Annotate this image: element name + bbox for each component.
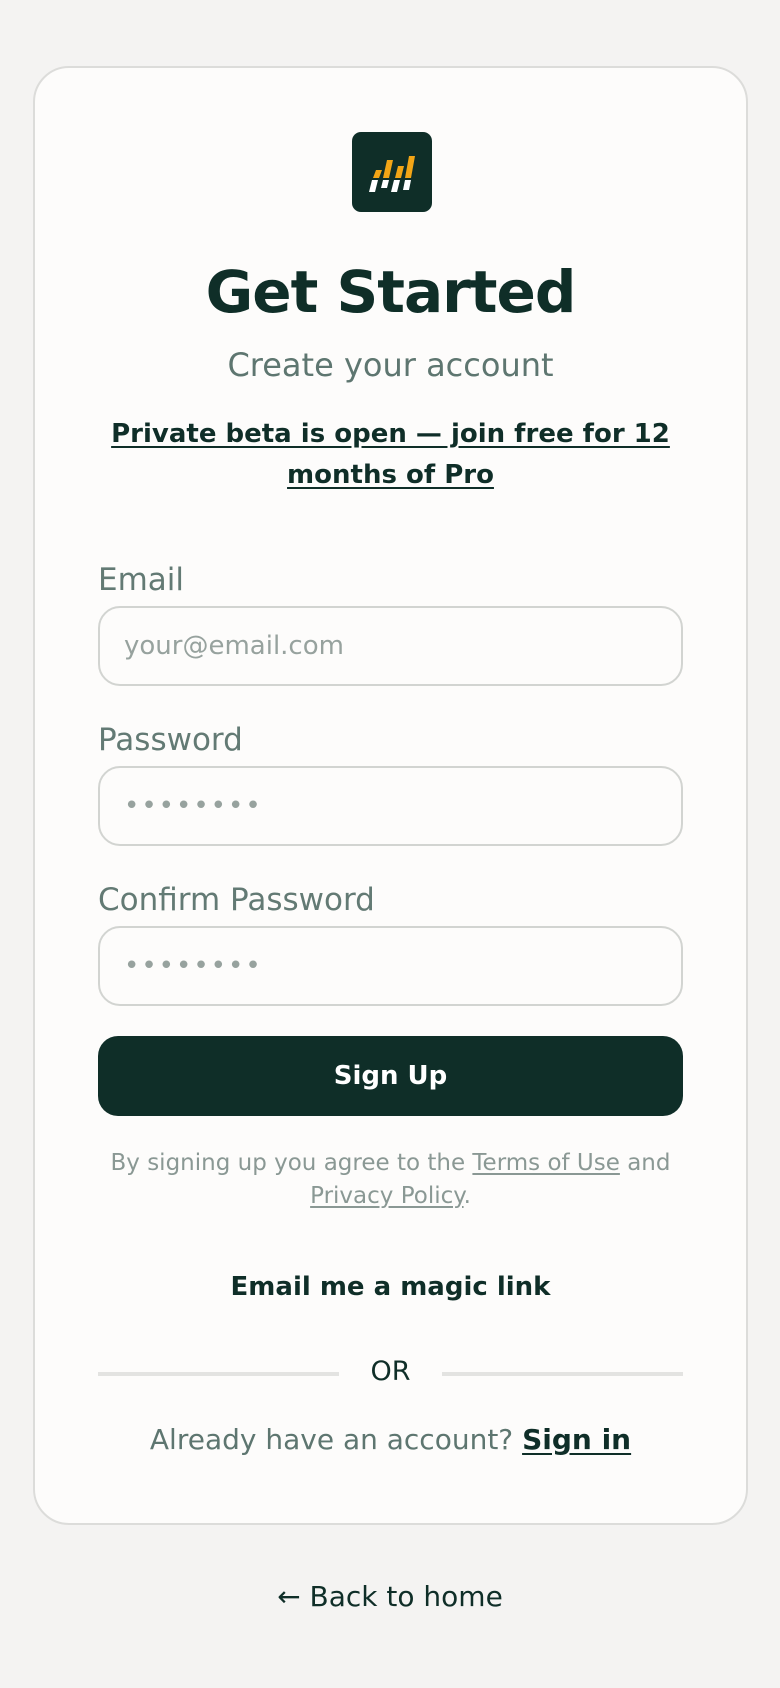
- page-subtitle: Create your account: [227, 346, 554, 384]
- page: Get Started Create your account Private …: [0, 0, 780, 1688]
- magic-link-button[interactable]: Email me a magic link: [35, 1272, 746, 1302]
- divider-right: [442, 1372, 683, 1376]
- email-label: Email: [98, 562, 185, 598]
- legal-suffix: .: [463, 1183, 471, 1209]
- confirm-password-input[interactable]: [98, 926, 683, 1006]
- page-title: Get Started: [205, 258, 577, 326]
- confirm-password-label: Confirm Password: [98, 882, 375, 918]
- sign-up-button[interactable]: Sign Up: [98, 1036, 683, 1116]
- signin-prompt-text: Already have an account?: [149, 1423, 523, 1456]
- password-input[interactable]: [98, 766, 683, 846]
- signin-prompt: Already have an account? Sign in: [35, 1423, 746, 1456]
- password-label: Password: [98, 722, 243, 758]
- legal-prefix: By signing up you agree to the: [110, 1150, 473, 1176]
- terms-of-use-link[interactable]: Terms of Use: [472, 1150, 620, 1176]
- privacy-policy-link[interactable]: Privacy Policy: [310, 1183, 463, 1209]
- email-input[interactable]: [98, 606, 683, 686]
- signup-card: Get Started Create your account Private …: [33, 66, 748, 1525]
- bar-chart-logo-icon: [369, 156, 415, 192]
- legal-notice: By signing up you agree to the Terms of …: [95, 1147, 686, 1213]
- legal-and: and: [619, 1150, 671, 1176]
- back-to-home-link[interactable]: ← Back to home: [0, 1580, 780, 1613]
- beta-promo-link[interactable]: Private beta is open — join free for 12 …: [95, 414, 686, 496]
- app-logo: [352, 132, 432, 212]
- sign-in-link[interactable]: Sign in: [522, 1423, 631, 1456]
